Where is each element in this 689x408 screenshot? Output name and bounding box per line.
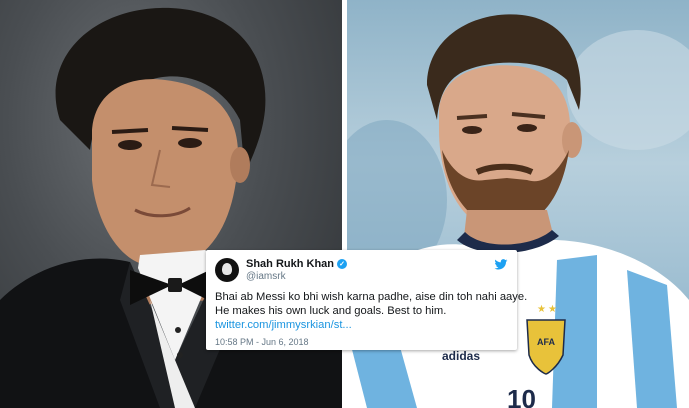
- tweet-text-line-2: He makes his own luck and goals. Best to…: [215, 305, 447, 317]
- tweet-author: Shah Rukh Khan ✓ @iamsrk: [246, 258, 348, 282]
- jersey-number: 10: [507, 384, 536, 408]
- sponsor-logo: adidas: [442, 349, 480, 363]
- svg-text:★: ★: [537, 304, 546, 315]
- verified-badge-icon: ✓: [337, 259, 348, 269]
- tweet-header: Shah Rukh Khan ✓ @iamsrk: [215, 257, 508, 283]
- tweet-text: Bhai ab Messi ko bhi wish karna padhe, a…: [215, 290, 528, 332]
- tweet-link[interactable]: twitter.com/jimmysrkian/st...: [215, 318, 508, 332]
- tweet-text-line-1: Bhai ab Messi ko bhi wish karna padhe, a…: [215, 291, 528, 303]
- tweet-timestamp[interactable]: 10:58 PM - Jun 6, 2018: [215, 337, 508, 347]
- avatar[interactable]: [215, 258, 239, 282]
- svg-text:★: ★: [548, 304, 557, 315]
- svg-text:AFA: AFA: [537, 337, 556, 347]
- tweet-card[interactable]: Shah Rukh Khan ✓ @iamsrk Bhai ab Messi k…: [206, 250, 528, 350]
- author-name[interactable]: Shah Rukh Khan: [246, 258, 334, 270]
- twitter-bird-icon[interactable]: [494, 259, 508, 271]
- author-handle[interactable]: @iamsrk: [246, 271, 347, 282]
